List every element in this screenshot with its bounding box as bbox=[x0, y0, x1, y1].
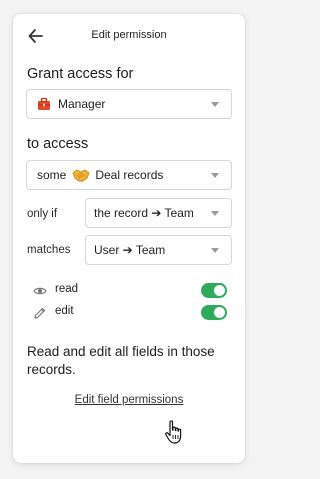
edit-field-permissions-link[interactable]: Edit field permissions bbox=[75, 394, 184, 406]
toggle-knob bbox=[214, 285, 225, 296]
edit-label: edit bbox=[55, 305, 74, 317]
edit-permission-panel: Edit permission Grant access for Manager… bbox=[13, 14, 245, 463]
permission-row-edit: edit bbox=[33, 304, 233, 322]
chevron-down-icon bbox=[211, 102, 219, 107]
eye-icon bbox=[33, 287, 47, 295]
briefcase-icon bbox=[38, 97, 50, 110]
grant-access-heading: Grant access for bbox=[27, 66, 134, 82]
permission-row-read: read bbox=[33, 282, 233, 300]
only-if-value: the record ➔ Team bbox=[94, 206, 194, 220]
read-label: read bbox=[55, 283, 79, 295]
permission-summary: Read and edit all fields in those record… bbox=[27, 344, 215, 377]
only-if-label: only if bbox=[27, 208, 58, 220]
toggle-knob bbox=[214, 307, 225, 318]
handshake-icon bbox=[72, 169, 90, 182]
page-title: Edit permission bbox=[91, 29, 167, 41]
header: Edit permission bbox=[13, 24, 245, 50]
edit-toggle[interactable] bbox=[201, 305, 227, 320]
chevron-down-icon bbox=[211, 173, 219, 178]
hand-pointer-cursor-icon bbox=[165, 420, 182, 444]
only-if-select[interactable]: the record ➔ Team bbox=[85, 198, 232, 228]
object-select[interactable]: some Deal records bbox=[26, 160, 232, 190]
object-value: Deal records bbox=[95, 168, 164, 182]
chevron-down-icon bbox=[211, 248, 219, 253]
role-value: Manager bbox=[58, 97, 106, 111]
matches-value: User ➔ Team bbox=[94, 243, 166, 257]
read-toggle[interactable] bbox=[201, 283, 227, 298]
matches-select[interactable]: User ➔ Team bbox=[85, 235, 232, 265]
matches-label: matches bbox=[27, 244, 71, 256]
chevron-down-icon bbox=[211, 211, 219, 216]
scope-value: some bbox=[37, 168, 67, 182]
to-access-heading: to access bbox=[27, 136, 89, 152]
pencil-icon bbox=[34, 307, 46, 319]
role-select[interactable]: Manager bbox=[26, 89, 232, 119]
edit-field-permissions-link-wrap: Edit field permissions bbox=[13, 394, 245, 406]
